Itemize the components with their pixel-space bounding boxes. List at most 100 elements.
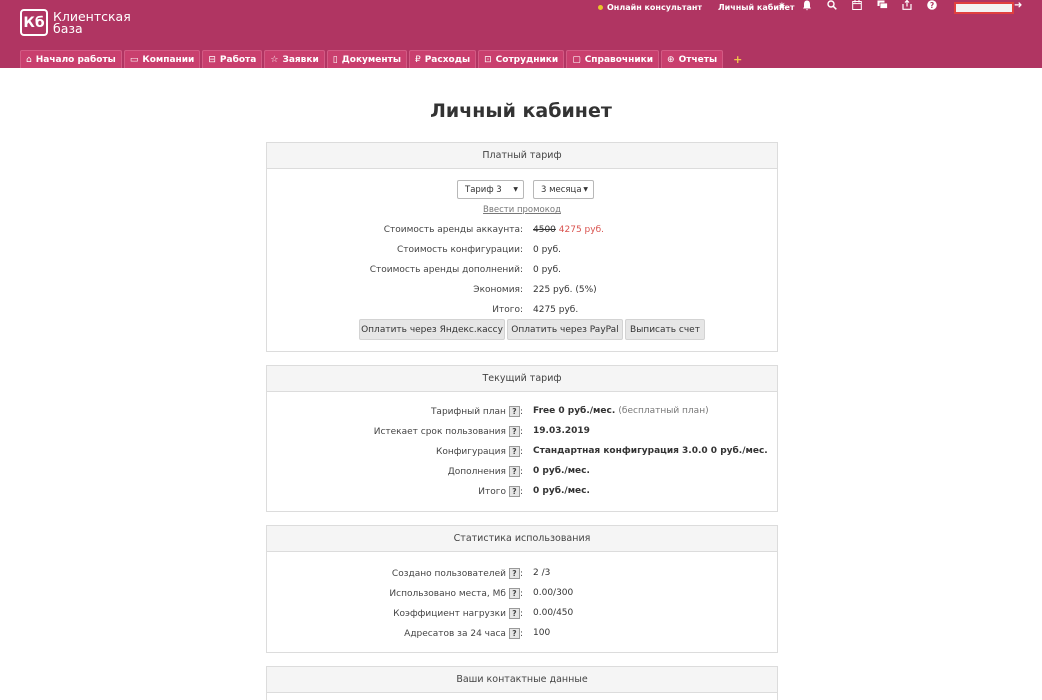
tab-label: Отчеты (678, 54, 718, 65)
row-label: Создано пользователей (391, 568, 506, 579)
row-label: Истекает срок пользования (373, 426, 506, 437)
old-price: 4500 (533, 225, 556, 235)
row-label-wrap: Конфигурация?: (267, 445, 525, 457)
panel-title: Ваши контактные данные (267, 667, 777, 693)
price-row-total: Итого: 4275 руб. (267, 303, 777, 317)
tab-label: Начало работы (35, 54, 116, 65)
colon: : (519, 466, 523, 477)
tab-companies[interactable]: ▭ Компании (123, 50, 201, 68)
colon: : (519, 568, 523, 579)
book-icon: ▢ (572, 54, 581, 65)
row-label: Тарифный план (430, 406, 506, 417)
help-icon[interactable]: ? (508, 567, 520, 579)
tab-work[interactable]: ⊟ Работа (202, 50, 263, 68)
star-icon: ☆ (270, 54, 279, 65)
tab-label: Работа (219, 54, 257, 65)
row-value: 4500 4275 руб. (525, 225, 604, 235)
row-label-wrap: Адресатов за 24 часа?: (267, 627, 525, 639)
export-icon[interactable] (901, 0, 913, 14)
row-value: 0.00/450 (533, 608, 574, 618)
row-label-wrap: Итого?: (267, 485, 525, 497)
row-value: 0.00/300 (533, 588, 574, 598)
colon: : (519, 406, 523, 417)
row-value: Free 0 руб./мес. (бесплатный план) (525, 406, 709, 416)
document-icon: ▯ (332, 54, 338, 65)
help-icon[interactable]: ? (508, 425, 520, 437)
bell-icon[interactable] (801, 0, 813, 15)
chat-icon[interactable] (876, 0, 888, 14)
user-account-box[interactable] (954, 2, 1014, 14)
tab-label: Компании (142, 54, 195, 65)
tab-employees[interactable]: ⊡ Сотрудники (478, 50, 565, 68)
panel-title: Текущий тариф (267, 366, 777, 392)
row-label: Использовано места, Мб (389, 588, 506, 599)
help-icon[interactable]: ? (508, 627, 520, 639)
current-row-plan: Тарифный план?: Free 0 руб./мес. (беспла… (267, 404, 777, 418)
tab-label: Заявки (282, 54, 319, 65)
help-icon[interactable]: ? (508, 587, 520, 599)
pay-yandex-button[interactable]: Оплатить через Яндекс.кассу (359, 319, 505, 340)
tab-requests[interactable]: ☆ Заявки (264, 50, 325, 68)
tab-start[interactable]: ⌂ Начало работы (20, 50, 122, 68)
paid-tariff-panel: Платный тариф Тариф 3 ▼ 3 месяца ▼ Ввест… (266, 142, 778, 352)
tab-label: Сотрудники (495, 54, 559, 65)
companies-icon: ▭ (129, 54, 139, 65)
caret-down-icon: ▼ (513, 186, 518, 193)
current-row-config: Конфигурация?: Стандартная конфигурация … (267, 444, 777, 458)
help-icon[interactable]: ? (508, 465, 520, 477)
row-value: Стандартная конфигурация 3.0.0 0 руб./ме… (533, 446, 768, 456)
tab-documents[interactable]: ▯ Документы (326, 50, 407, 68)
price-row-addons: Стоимость аренды дополнений: 0 руб. (267, 263, 777, 277)
ruble-icon: ₽ (414, 54, 421, 65)
tariff-select[interactable]: Тариф 3 ▼ (457, 180, 524, 199)
tab-label: Справочники (584, 54, 654, 65)
row-label: Стоимость аренды дополнений: (369, 265, 523, 275)
row-value: 0 руб. (533, 265, 562, 275)
help-icon[interactable]: ? (926, 0, 938, 14)
row-value: 4275 руб. (533, 305, 579, 315)
colon: : (519, 426, 523, 437)
period-select[interactable]: 3 месяца ▼ (533, 180, 594, 199)
logo[interactable]: Кб Клиентская база (20, 9, 131, 36)
row-label: Коэффициент нагрузки (393, 608, 506, 619)
search-icon[interactable] (826, 0, 838, 14)
stats-row-users: Создано пользователей?: 2 /3 (267, 566, 777, 580)
row-label: Стоимость аренды аккаунта: (383, 225, 523, 235)
add-tab-button[interactable]: + (733, 50, 742, 68)
online-status-icon (598, 4, 603, 10)
promo-code-link-text: Ввести промокод (483, 205, 561, 215)
stats-row-space: Использовано места, Мб?: 0.00/300 (267, 586, 777, 600)
help-icon[interactable]: ? (508, 485, 520, 497)
tab-references[interactable]: ▢ Справочники (566, 50, 660, 68)
invoice-button[interactable]: Выписать счет (625, 319, 705, 340)
colon: : (519, 588, 523, 599)
home-icon: ⌂ (26, 54, 32, 65)
tab-expenses[interactable]: ₽ Расходы (408, 50, 477, 68)
stats-row-load: Коэффициент нагрузки?: 0.00/450 (267, 606, 777, 620)
calendar-icon[interactable] (851, 0, 863, 14)
row-value: 225 руб. (5%) (533, 285, 597, 295)
topbar-icons: ✷ ? (776, 0, 951, 14)
help-icon[interactable]: ? (508, 405, 520, 417)
help-icon[interactable]: ? (508, 607, 520, 619)
gear-icon[interactable]: ✷ (776, 1, 788, 13)
row-label: Итого: (492, 305, 523, 315)
row-value: 0 руб./мес. (533, 466, 590, 476)
tab-label: Документы (341, 54, 401, 65)
row-label: Стоимость конфигурации: (396, 245, 523, 255)
current-tariff-panel: Текущий тариф Тарифный план?: Free 0 руб… (266, 365, 778, 512)
online-consultant-link[interactable]: Онлайн консультант (607, 3, 702, 12)
main-nav: ⌂ Начало работы ▭ Компании ⊟ Работа ☆ Заявки… (20, 49, 742, 68)
tab-reports[interactable]: ⊕ Отчеты (661, 50, 724, 68)
help-icon[interactable]: ? (508, 445, 520, 457)
usage-stats-panel: Статистика использования Создано пользов… (266, 525, 778, 653)
plan-note: (бесплатный план) (618, 406, 709, 416)
promo-code-link[interactable]: Ввести промокод (267, 205, 777, 215)
caret-down-icon: ▼ (583, 186, 588, 193)
pay-paypal-button[interactable]: Оплатить через PayPal (507, 319, 623, 340)
current-row-expires: Истекает срок пользования?: 19.03.2019 (267, 424, 777, 438)
top-header: Кб Клиентская база Онлайн консультант Ли… (0, 0, 1042, 68)
row-label-wrap: Использовано места, Мб?: (267, 587, 525, 599)
row-label: Экономия: (473, 285, 523, 295)
logout-icon[interactable]: ➜ (1014, 0, 1022, 11)
